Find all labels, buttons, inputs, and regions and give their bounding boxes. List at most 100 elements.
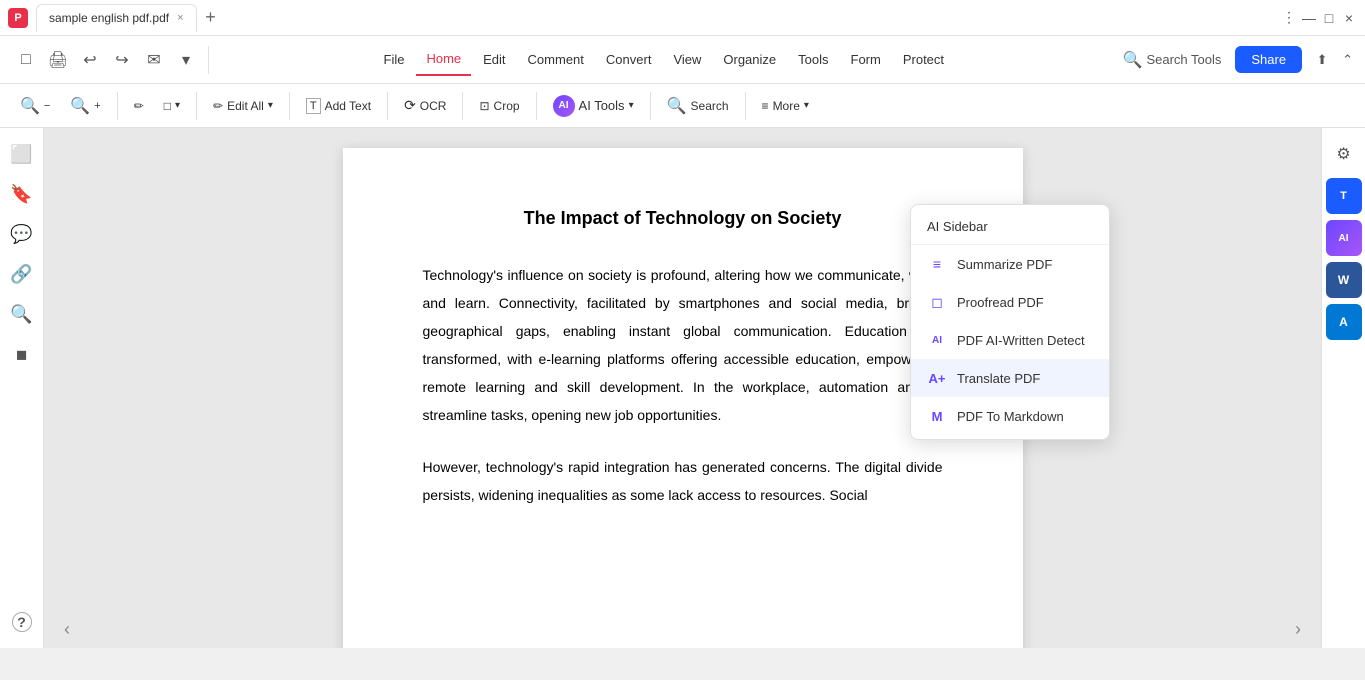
file-tab[interactable]: sample english pdf.pdf × [36, 4, 197, 32]
file-dropdown-button[interactable]: ▾ [172, 46, 200, 74]
highlight-icon: ✏ [134, 99, 144, 113]
nav-item-protect[interactable]: Protect [893, 44, 954, 76]
links-icon: 🔗 [10, 264, 32, 285]
titlebar: P sample english pdf.pdf × + ⋮ — □ × [0, 0, 1365, 36]
zoom-in-icon: 🔍 [70, 96, 90, 116]
comments-icon: 💬 [10, 224, 32, 245]
azure-sidebar-button[interactable]: A [1326, 304, 1362, 340]
nav-item-home[interactable]: Home [416, 44, 471, 76]
rect-icon: □ [164, 99, 171, 113]
search-tools-button[interactable]: 🔍 Search Tools [1115, 46, 1230, 74]
tab-filename: sample english pdf.pdf [49, 11, 169, 25]
markdown-icon: M [927, 406, 947, 426]
search-icon-2: 🔍 [667, 96, 687, 116]
minimize-button[interactable]: — [1301, 10, 1317, 26]
search-left-icon: 🔍 [10, 304, 32, 325]
pages-icon: ⬜ [10, 144, 32, 165]
proofread-label: Proofread PDF [957, 295, 1044, 310]
email-button[interactable]: ✉ [140, 46, 168, 74]
nav-item-organize[interactable]: Organize [713, 44, 786, 76]
separator-3 [196, 92, 197, 120]
second-toolbar: 🔍 − 🔍 + ✏ □ ▾ ✏ Edit All ▾ T Add Text ⟳ … [0, 84, 1365, 128]
undo-button[interactable]: ↩ [76, 46, 104, 74]
dropdown-item-translate[interactable]: A+ Translate PDF [911, 359, 1109, 397]
nav-item-file[interactable]: File [374, 44, 415, 76]
ai-sidebar-button[interactable]: AI [1326, 220, 1362, 256]
window-controls: ⋮ — □ × [1281, 10, 1357, 26]
nav-item-comment[interactable]: Comment [518, 44, 594, 76]
separator-9 [745, 92, 746, 120]
zoom-in-button[interactable]: 🔍 + [62, 90, 108, 122]
tab-close-button[interactable]: × [177, 12, 183, 24]
ai-badge: AI [553, 95, 575, 117]
edit-all-button[interactable]: ✏ Edit All ▾ [205, 90, 281, 122]
ai-tools-button[interactable]: AI AI Tools ▾ [545, 91, 642, 121]
toolbar-right: 🔍 Search Tools Share ⬆ ⌃ [1115, 46, 1353, 74]
content-area: ⬜ 🔖 💬 🔗 🔍 ◼ ? The Impact of Technology o… [0, 128, 1365, 648]
ocr-button[interactable]: ⟳ OCR [396, 90, 454, 122]
zoom-out-button[interactable]: 🔍 − [12, 90, 58, 122]
proofread-icon: ◻ [927, 292, 947, 312]
dropdown-item-proofread[interactable]: ◻ Proofread PDF [911, 283, 1109, 321]
file-icon-group: □ 🖨 ↩ ↪ ✉ ▾ [12, 46, 200, 74]
nav-item-convert[interactable]: Convert [596, 44, 662, 76]
sidebar-pages-button[interactable]: ⬜ [4, 136, 40, 172]
pdf-paragraph-2: However, technology's rapid integration … [423, 453, 943, 509]
separator-2 [117, 92, 118, 120]
word-sidebar-button[interactable]: W [1326, 262, 1362, 298]
main-toolbar: □ 🖨 ↩ ↪ ✉ ▾ File Home Edit Comment Conve… [0, 36, 1365, 84]
separator-5 [387, 92, 388, 120]
crop-icon: ⊡ [479, 99, 489, 113]
right-settings-button[interactable]: ⚙ [1326, 136, 1362, 172]
dropdown-item-ai-detect[interactable]: AI PDF AI-Written Detect [911, 321, 1109, 359]
add-text-button[interactable]: T Add Text [298, 90, 379, 122]
more-options-button[interactable]: ⋮ [1281, 10, 1297, 26]
nav-item-edit[interactable]: Edit [473, 44, 515, 76]
more-icon: ≡ [762, 99, 769, 113]
scroll-left-button[interactable]: ‹ [64, 619, 70, 640]
share-button[interactable]: Share [1235, 46, 1302, 73]
sidebar-links-button[interactable]: 🔗 [4, 256, 40, 292]
scroll-right-button[interactable]: › [1295, 619, 1301, 640]
separator-7 [536, 92, 537, 120]
redo-button[interactable]: ↪ [108, 46, 136, 74]
rect-button[interactable]: □ ▾ [156, 90, 188, 122]
sidebar-layers-button[interactable]: ◼ [4, 336, 40, 372]
new-file-button[interactable]: □ [12, 46, 40, 74]
new-tab-button[interactable]: + [199, 6, 223, 30]
print-button[interactable]: 🖨 [44, 46, 72, 74]
translate-icon: A+ [927, 368, 947, 388]
summarize-label: Summarize PDF [957, 257, 1052, 272]
nav-item-form[interactable]: Form [841, 44, 891, 76]
help-icon: ? [12, 612, 32, 632]
pdf-viewer: The Impact of Technology on Society Tech… [44, 128, 1321, 648]
sidebar-comments-button[interactable]: 💬 [4, 216, 40, 252]
pdf-paragraph-1: Technology's influence on society is pro… [423, 261, 943, 429]
separator-4 [289, 92, 290, 120]
bookmarks-icon: 🔖 [10, 184, 32, 205]
search-button[interactable]: 🔍 Search [659, 90, 737, 122]
nav-menu: File Home Edit Comment Convert View Orga… [217, 44, 1111, 76]
separator-8 [650, 92, 651, 120]
dropdown-item-summarize[interactable]: ≡ Summarize PDF [911, 245, 1109, 283]
separator-1 [208, 46, 209, 74]
nav-item-view[interactable]: View [663, 44, 711, 76]
left-sidebar: ⬜ 🔖 💬 🔗 🔍 ◼ ? [0, 128, 44, 648]
layers-icon: ◼ [16, 346, 28, 363]
crop-button[interactable]: ⊡ Crop [471, 90, 527, 122]
highlight-button[interactable]: ✏ [126, 90, 152, 122]
upload-button[interactable]: ⬆ [1308, 46, 1336, 74]
sidebar-bookmarks-button[interactable]: 🔖 [4, 176, 40, 212]
maximize-button[interactable]: □ [1321, 10, 1337, 26]
close-button[interactable]: × [1341, 10, 1357, 26]
translate-label: Translate PDF [957, 371, 1040, 386]
sidebar-help-button[interactable]: ? [4, 604, 40, 640]
search-tools-label: Search Tools [1146, 52, 1221, 67]
separator-6 [462, 92, 463, 120]
sidebar-search-button[interactable]: 🔍 [4, 296, 40, 332]
nav-item-tools[interactable]: Tools [788, 44, 838, 76]
translate-sidebar-button[interactable]: T [1326, 178, 1362, 214]
more-button[interactable]: ≡ More ▾ [754, 90, 817, 122]
toolbar-minimize-button[interactable]: ⌃ [1342, 52, 1353, 68]
dropdown-item-markdown[interactable]: M PDF To Markdown [911, 397, 1109, 435]
